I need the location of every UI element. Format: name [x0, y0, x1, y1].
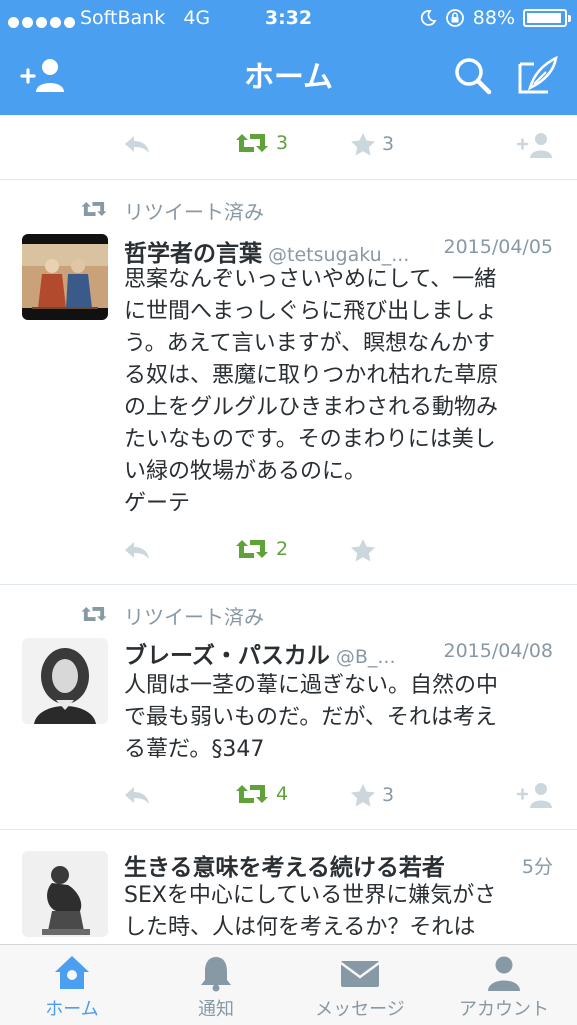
avatar-image — [22, 851, 108, 937]
search-icon[interactable] — [447, 54, 499, 98]
bell-icon — [201, 957, 231, 992]
retweet-icon — [236, 134, 268, 152]
retweet-icon — [236, 540, 268, 558]
retweet-icon — [236, 785, 268, 803]
retweet-action[interactable]: 3 — [234, 132, 288, 154]
tab-account-label: アカウント — [459, 999, 549, 1020]
tweet-author[interactable]: ブレーズ・パスカル @B_... — [124, 636, 396, 670]
divider — [0, 179, 577, 180]
compose-icon[interactable] — [512, 54, 564, 98]
tweet-handle: @tetsugaku_... — [268, 244, 410, 266]
tab-messages[interactable]: メッセージ — [288, 945, 432, 1025]
retweeted-icon — [81, 202, 107, 216]
tweet-author[interactable]: 哲学者の言葉 @tetsugaku_... — [124, 234, 409, 268]
tab-notifications[interactable]: 通知 — [144, 945, 288, 1025]
tab-account[interactable]: アカウント — [432, 945, 576, 1025]
home-icon — [55, 956, 89, 989]
moon-icon — [420, 10, 437, 26]
avatar-image — [22, 244, 108, 309]
avatar[interactable] — [22, 234, 108, 320]
favorite-count: 3 — [382, 784, 395, 806]
tab-home-label: ホーム — [45, 999, 99, 1020]
tweet-date: 2015/04/05 — [443, 236, 553, 258]
status-bar: SoftBank 4G 3:32 88% — [0, 0, 577, 36]
follow-icon[interactable] — [516, 131, 556, 159]
star-icon — [351, 539, 375, 562]
reply-icon[interactable] — [122, 784, 152, 806]
avatar[interactable] — [22, 638, 108, 724]
star-icon — [351, 133, 375, 156]
tweet-date: 2015/04/08 — [443, 640, 553, 662]
top-bar: SoftBank 4G 3:32 88% ホーム — [0, 0, 577, 115]
reply-icon[interactable] — [122, 539, 152, 561]
favorite-action[interactable]: 3 — [350, 132, 394, 156]
favorite-action[interactable] — [350, 538, 376, 562]
tab-messages-label: メッセージ — [315, 999, 405, 1020]
envelope-icon — [340, 961, 380, 987]
tweet-author[interactable]: 生きる意味を考える続ける若者 — [124, 848, 445, 882]
divider — [0, 584, 577, 585]
retweet-action[interactable]: 4 — [234, 783, 288, 805]
reply-icon[interactable] — [122, 133, 152, 155]
retweeted-label: リツイート済み — [124, 605, 264, 629]
tweet-handle: @B_... — [335, 646, 396, 668]
tweet-text: 思案なんぞいっさいやめにして、一緒 に世間へまっしぐらに飛び出しましょ う。あえ… — [124, 267, 499, 516]
follow-icon[interactable] — [516, 781, 556, 809]
favorite-action[interactable]: 3 — [350, 783, 394, 807]
tweet-date: 5分 — [521, 856, 553, 878]
rotation-lock-icon — [445, 9, 464, 27]
favorite-count: 3 — [382, 133, 395, 155]
retweeted-label: リツイート済み — [124, 200, 264, 224]
retweet-count: 3 — [276, 132, 289, 154]
retweet-action[interactable]: 2 — [234, 538, 288, 560]
avatar[interactable] — [22, 851, 108, 937]
divider — [0, 829, 577, 830]
avatar-image — [34, 648, 96, 724]
battery-percent: 88% — [472, 7, 515, 29]
tab-home[interactable]: ホーム — [0, 945, 144, 1025]
retweet-count: 2 — [276, 538, 289, 560]
person-icon — [488, 956, 520, 991]
retweet-count: 4 — [276, 783, 289, 805]
retweeted-icon — [81, 607, 107, 621]
tweet-text: SEXを中心にしている世界に嫌気がさ した時、人は何を考えるか？それは — [124, 883, 497, 940]
tab-notifications-label: 通知 — [198, 999, 234, 1020]
tab-bar: ホーム 通知 メッセージ アカウント — [0, 944, 577, 1025]
star-icon — [351, 784, 375, 807]
tweet-text: 人間は一茎の葦に過ぎない。自然の中 で最も弱いものだ。だが、それは考え る葦だ。… — [124, 673, 499, 762]
battery-icon — [523, 9, 571, 27]
